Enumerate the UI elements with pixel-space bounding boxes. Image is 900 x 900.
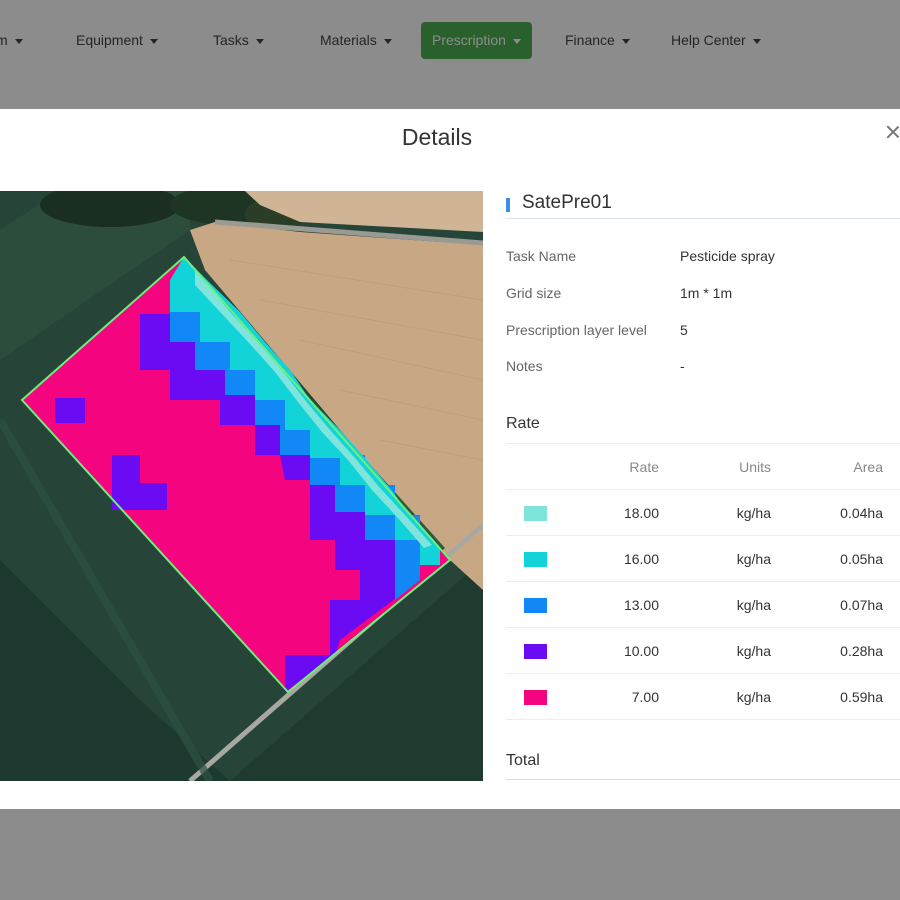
total-divider	[506, 779, 900, 780]
rate-table: Rate Units Area 18.00 kg/ha 0.04ha 16.00…	[506, 443, 900, 720]
rate-color-swatch	[524, 689, 547, 705]
table-row: 16.00 kg/ha 0.05ha	[506, 535, 900, 582]
rate-units: kg/ha	[659, 673, 771, 720]
close-icon[interactable]	[885, 124, 900, 140]
table-row: 18.00 kg/ha 0.04ha	[506, 489, 900, 536]
column-header-area: Area	[771, 443, 900, 490]
table-row: 10.00 kg/ha 0.28ha	[506, 627, 900, 674]
field-label-grid-size: Grid size	[506, 285, 562, 301]
field-value-layer-level: 5	[680, 322, 688, 338]
total-label: Total	[506, 752, 540, 769]
rate-value: 18.00	[576, 489, 659, 536]
prescription-name: SatePre01	[522, 192, 612, 213]
field-value-task-name: Pesticide spray	[680, 248, 775, 264]
rate-value: 13.00	[576, 581, 659, 628]
column-header-units: Units	[659, 443, 771, 490]
rate-value: 16.00	[576, 535, 659, 582]
rate-area: 0.05ha	[771, 535, 900, 582]
field-label-layer-level: Prescription layer level	[506, 322, 647, 338]
rate-color-swatch	[524, 551, 547, 567]
table-header-row: Rate Units Area	[506, 443, 900, 490]
rate-area: 0.28ha	[771, 627, 900, 674]
rate-color-swatch	[524, 505, 547, 521]
rate-units: kg/ha	[659, 627, 771, 674]
prescription-header: SatePre01	[506, 190, 900, 219]
rate-color-swatch	[524, 643, 547, 659]
rate-color-swatch	[524, 597, 547, 613]
rate-area: 0.59ha	[771, 673, 900, 720]
table-row: 13.00 kg/ha 0.07ha	[506, 581, 900, 628]
field-label-task-name: Task Name	[506, 248, 577, 264]
field-value-grid-size: 1m * 1m	[680, 285, 733, 301]
modal-title: Details	[401, 124, 473, 150]
field-value-notes: -	[680, 358, 685, 374]
header-accent-bar	[506, 198, 510, 212]
rate-units: kg/ha	[659, 535, 771, 582]
rate-value: 7.00	[576, 673, 659, 720]
prescription-map[interactable]	[0, 191, 483, 781]
rate-units: kg/ha	[659, 581, 771, 628]
field-label-notes: Notes	[506, 358, 543, 374]
rate-area: 0.04ha	[771, 489, 900, 536]
rate-area: 0.07ha	[771, 581, 900, 628]
column-header-swatch	[506, 443, 576, 490]
satellite-map-svg	[0, 191, 483, 781]
column-header-rate: Rate	[576, 443, 659, 490]
table-row: 7.00 kg/ha 0.59ha	[506, 673, 900, 720]
rate-section-title: Rate	[506, 415, 540, 432]
rate-value: 10.00	[576, 627, 659, 674]
rate-units: kg/ha	[659, 489, 771, 536]
